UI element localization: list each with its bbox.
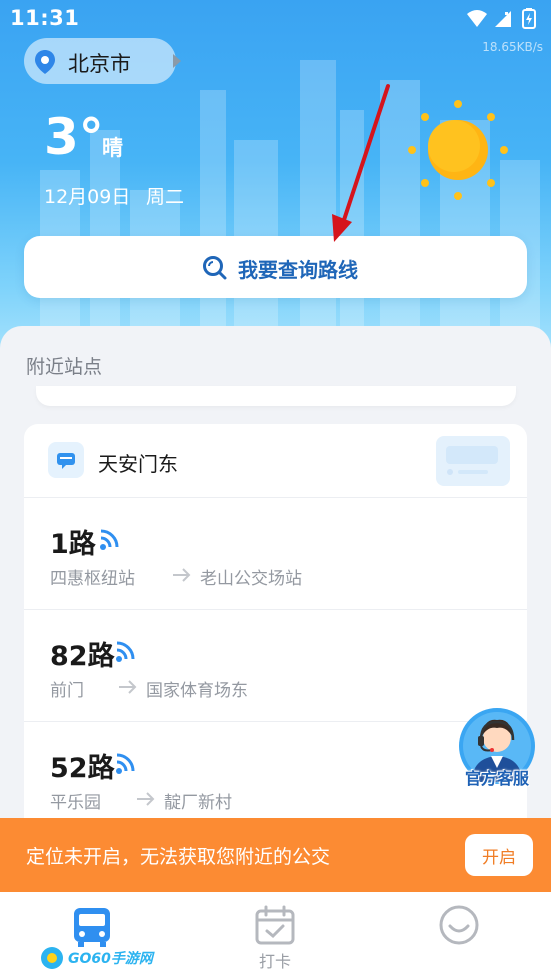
realtime-signal-icon [100,529,119,550]
site-watermark-text: GO60手游网 [68,951,153,967]
calendar-check-icon [255,905,295,945]
station-name: 天安门东 [98,452,178,476]
location-notice-bar: 定位未开启，无法获取您附近的公交 开启 [0,818,551,892]
annotation-arrow [332,84,390,242]
realtime-signal-icon [116,641,135,662]
status-icons [467,8,536,29]
arrow-right-icon [119,680,137,694]
sun-icon [408,100,508,200]
status-time: 11:31 [10,6,80,30]
route-search-button[interactable]: 我要查询路线 [24,236,527,298]
bus-stop-icon [48,442,84,478]
route-item[interactable]: 1路 四惠枢纽站 老山公交场站 [24,498,527,610]
section-title: 附近站点 [26,356,103,378]
temperature: 3° [44,108,104,166]
weather-condition: 晴 [102,136,123,160]
bus-icon [74,908,110,947]
route-origin: 平乐园 [50,793,101,813]
route-item[interactable]: 82路 前门 国家体育场东 [24,610,527,722]
route-destination: 老山公交场站 [200,569,302,589]
city-selector[interactable]: 北京市 [24,38,181,84]
route-name: 52路 [50,753,115,784]
route-name: 1路 [50,529,96,560]
route-name: 82路 [50,641,115,672]
search-icon [203,256,227,280]
network-speed: 18.65KB/s [482,40,543,54]
bottom-nav: 打卡 GO60手游网 [0,892,551,979]
status-bar: 11:31 [0,0,551,38]
route-origin: 四惠枢纽站 [50,569,135,589]
city-name: 北京市 [68,52,131,76]
nav-tab-label: 打卡 [258,952,291,971]
nav-tab-profile[interactable] [399,892,519,979]
signal-icon [495,11,511,27]
location-pin-icon [35,50,55,74]
caret-right-icon [173,54,181,68]
station-sign-illustration [436,436,510,486]
realtime-signal-icon [116,753,135,774]
current-weekday: 周二 [146,186,185,208]
current-date: 12月09日 [44,186,131,208]
arrow-right-icon [137,792,155,806]
route-destination: 靛厂新村 [164,793,232,813]
weather-header: 11:31 18.65KB/s 北京市 3° 晴 12月09日 周二 我要查询路… [0,0,551,360]
route-destination: 国家体育场东 [146,681,248,701]
profile-icon [439,905,479,945]
route-origin: 前门 [50,681,84,701]
customer-service-label: 官方客服 [464,769,529,788]
wifi-icon [467,10,487,27]
arrow-right-icon [173,568,191,582]
nav-tab-checkin[interactable]: 打卡 [215,892,335,979]
stacked-card-edge [36,386,516,406]
route-search-label: 我要查询路线 [238,258,358,282]
notice-text: 定位未开启，无法获取您附近的公交 [26,846,331,868]
enable-location-button[interactable]: 开启 [465,834,533,876]
battery-icon [522,8,536,29]
station-header[interactable]: 天安门东 [24,424,527,498]
